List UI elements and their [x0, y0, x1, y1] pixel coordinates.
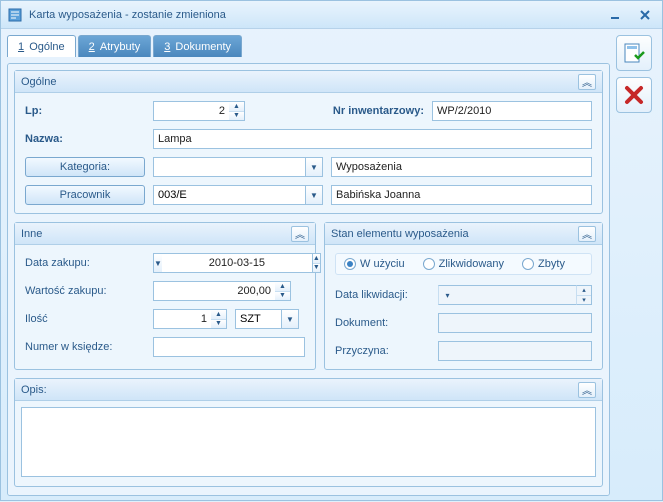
lp-input[interactable] — [153, 101, 229, 121]
data-likw-combo: ▾ ▴▾ — [438, 285, 592, 305]
spin-down-icon: ▾ — [577, 296, 591, 305]
ilosc-label: Ilość — [25, 313, 145, 325]
spin-up-icon[interactable]: ▲ — [229, 102, 244, 112]
kategoria-combo[interactable]: ▼ — [153, 157, 323, 177]
collapse-icon[interactable]: ︽ — [578, 382, 596, 398]
wartosc-input[interactable] — [153, 281, 275, 301]
tab-dokumenty[interactable]: 3 Dokumenty — [153, 35, 242, 57]
panel-opis: Opis: ︽ — [14, 378, 603, 487]
tab-atrybuty[interactable]: 2 Atrybuty — [78, 35, 152, 57]
opis-textarea[interactable] — [21, 407, 596, 477]
chevron-down-icon[interactable]: ▼ — [305, 157, 323, 177]
chevron-down-icon: ▾ — [438, 285, 456, 305]
spin-down-icon[interactable]: ▼ — [229, 112, 244, 121]
radio-icon — [344, 258, 356, 270]
chevron-down-icon[interactable]: ▼ — [305, 185, 323, 205]
ilosc-unit-combo[interactable]: SZT ▼ — [235, 309, 299, 329]
data-zakupu-combo[interactable]: ▼ ▲▼ — [153, 253, 293, 273]
chevron-down-icon[interactable]: ▼ — [153, 253, 162, 273]
window-title: Karta wyposażenia - zostanie zmieniona — [29, 9, 604, 21]
spin-up-icon[interactable]: ▲ — [211, 310, 226, 320]
collapse-icon[interactable]: ︽ — [291, 226, 309, 242]
numer-label: Numer w księdze: — [25, 341, 145, 353]
close-button[interactable] — [634, 6, 656, 24]
app-icon — [7, 7, 23, 23]
dokument-label: Dokument: — [335, 317, 430, 329]
nr-inw-label: Nr inwentarzowy: — [333, 105, 424, 117]
przyczyna-label: Przyczyna: — [335, 345, 430, 357]
minimize-button[interactable] — [604, 6, 626, 24]
collapse-icon[interactable]: ︽ — [578, 226, 596, 242]
panel-opis-title: Opis: — [21, 384, 578, 396]
audit-footer: Wprowadził: ▾ Zmodyfikował: ▾ — [14, 495, 603, 496]
nr-inw-input[interactable] — [432, 101, 592, 121]
radio-zlikwidowany[interactable]: Zlikwidowany — [423, 258, 504, 270]
panel-ogolne-title: Ogólne — [21, 76, 578, 88]
data-zakupu-input[interactable] — [162, 253, 312, 273]
spin-up-icon: ▴ — [577, 286, 591, 296]
dokument-field — [438, 313, 592, 333]
radio-zbyty[interactable]: Zbyty — [522, 258, 565, 270]
kategoria-text[interactable] — [331, 157, 592, 177]
cancel-button[interactable] — [616, 77, 652, 113]
spin-down-icon[interactable]: ▼ — [211, 320, 226, 329]
panel-stan-title: Stan elementu wyposażenia — [331, 228, 578, 240]
lp-spinner[interactable]: ▲▼ — [153, 101, 245, 121]
numer-input[interactable] — [153, 337, 305, 357]
ilosc-spinner[interactable]: ▲▼ — [153, 309, 227, 329]
nazwa-label: Nazwa: — [25, 133, 145, 145]
data-zakupu-label: Data zakupu: — [25, 257, 145, 269]
spin-down-icon[interactable]: ▼ — [313, 264, 320, 273]
data-likw-label: Data likwidacji: — [335, 289, 430, 301]
chevron-down-icon[interactable]: ▼ — [281, 309, 299, 329]
save-button[interactable] — [616, 35, 652, 71]
pracownik-text[interactable] — [331, 185, 592, 205]
spin-up-icon[interactable]: ▲ — [275, 282, 290, 292]
przyczyna-field — [438, 341, 592, 361]
spin-down-icon[interactable]: ▼ — [275, 292, 290, 301]
ilosc-input[interactable] — [153, 309, 211, 329]
wartosc-label: Wartość zakupu: — [25, 285, 145, 297]
pracownik-button[interactable]: Pracownik — [25, 185, 145, 205]
nazwa-input[interactable] — [153, 129, 592, 149]
radio-icon — [522, 258, 534, 270]
panel-stan: Stan elementu wyposażenia ︽ W użyciu Zli… — [324, 222, 603, 370]
pracownik-combo[interactable]: 003/E ▼ — [153, 185, 323, 205]
collapse-icon[interactable]: ︽ — [578, 74, 596, 90]
panel-inne-title: Inne — [21, 228, 291, 240]
radio-icon — [423, 258, 435, 270]
lp-label: Lp: — [25, 105, 145, 117]
panel-ogolne: Ogólne ︽ Lp: ▲▼ Nr inwentarzowy: — [14, 70, 603, 214]
kategoria-button[interactable]: Kategoria: — [25, 157, 145, 177]
wartosc-spinner[interactable]: ▲▼ — [153, 281, 291, 301]
radio-w-uzyciu[interactable]: W użyciu — [344, 258, 405, 270]
panel-inne: Inne ︽ Data zakupu: ▼ ▲▼ — [14, 222, 316, 370]
spin-up-icon[interactable]: ▲ — [313, 254, 320, 264]
tab-ogolne[interactable]: 1 Ogólne — [7, 35, 76, 57]
